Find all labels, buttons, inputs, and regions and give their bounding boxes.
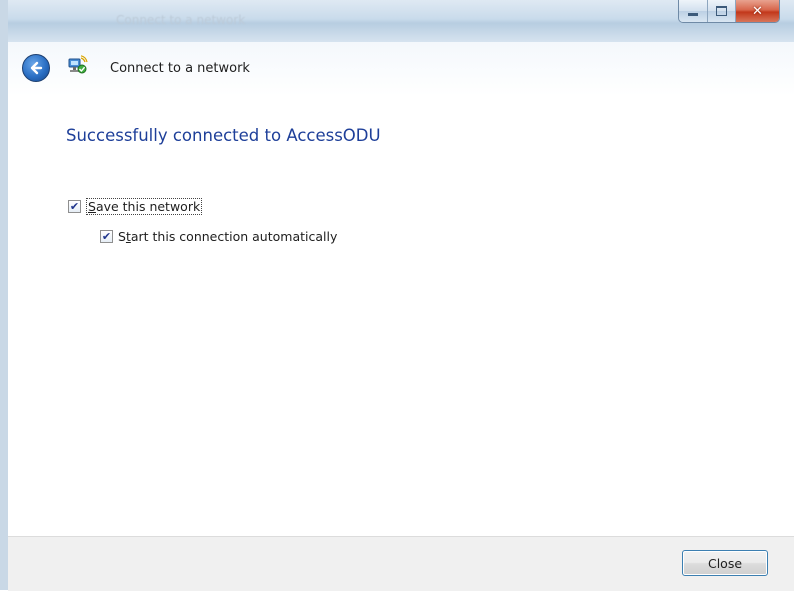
close-window-button[interactable]: ✕ bbox=[735, 0, 779, 22]
save-network-label-text: ave this network bbox=[95, 199, 201, 214]
save-network-label[interactable]: Save this network bbox=[86, 198, 203, 215]
save-network-label-accesskey: S bbox=[88, 199, 96, 214]
window-title: Connect to a network bbox=[116, 13, 246, 27]
wizard-window: Connect to a network ✕ Connect to a netw… bbox=[0, 0, 794, 591]
checkmark-icon: ✔ bbox=[69, 200, 80, 213]
network-icon bbox=[68, 55, 88, 74]
save-network-checkbox[interactable]: ✔ bbox=[68, 200, 81, 213]
maximize-icon bbox=[716, 6, 727, 16]
minimize-button[interactable] bbox=[679, 0, 707, 22]
wizard-footer: Close bbox=[8, 536, 794, 591]
auto-connect-label[interactable]: Start this connection automatically bbox=[118, 229, 337, 244]
minimize-icon bbox=[688, 12, 698, 16]
checkmark-icon: ✔ bbox=[101, 230, 112, 243]
back-arrow-icon bbox=[30, 61, 43, 75]
auto-connect-option[interactable]: ✔ Start this connection automatically bbox=[100, 229, 337, 244]
auto-connect-checkbox[interactable]: ✔ bbox=[100, 230, 113, 243]
caption-buttons: ✕ bbox=[678, 0, 780, 23]
auto-connect-label-text: art this connection automatically bbox=[130, 229, 338, 244]
close-icon: ✕ bbox=[752, 3, 763, 19]
success-heading: Successfully connected to AccessODU bbox=[66, 126, 381, 145]
maximize-button[interactable] bbox=[707, 0, 735, 22]
title-bar[interactable]: Connect to a network ✕ bbox=[8, 0, 794, 43]
close-button[interactable]: Close bbox=[682, 550, 768, 576]
auto-connect-label-first: S bbox=[118, 229, 126, 244]
back-button[interactable] bbox=[22, 54, 50, 82]
save-network-option[interactable]: ✔ Save this network bbox=[68, 198, 203, 215]
wizard-title: Connect to a network bbox=[110, 61, 250, 76]
wizard-header: Connect to a network bbox=[8, 42, 794, 96]
